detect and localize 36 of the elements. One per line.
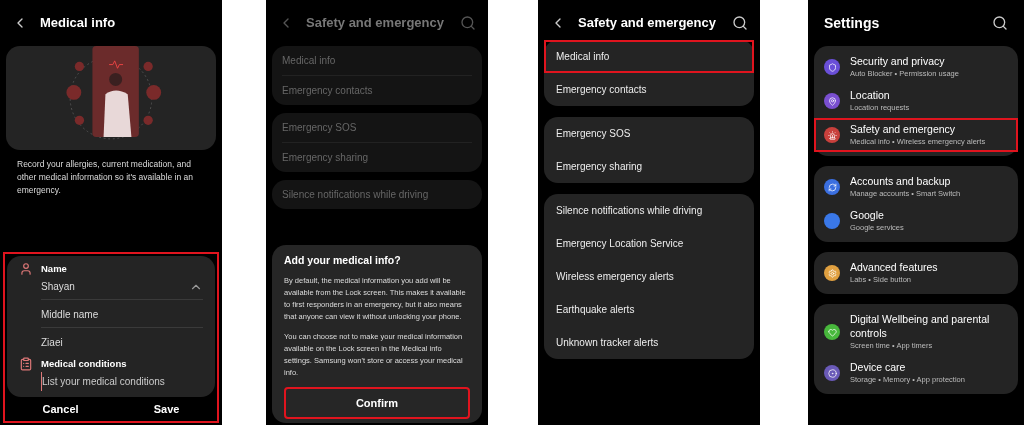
text-field[interactable]: Shayan [41,276,75,298]
screen-title: Safety and emergency [578,14,716,33]
screen-title: Medical info [40,14,116,33]
input-field[interactable]: List your medical conditions [41,371,203,391]
text-field[interactable]: Middle name [41,304,99,326]
item-title: Digital Wellbeing and parental controls [850,312,991,340]
item-title: Location [850,88,891,102]
action-button[interactable]: Cancel [30,400,91,417]
item-title: Accounts and backup [850,174,952,188]
field-label: Medical conditions [41,357,128,372]
clipboard-icon [19,357,33,372]
settings-item[interactable]: Medical info [544,40,754,73]
search-icon[interactable] [732,15,748,31]
settings-item[interactable]: Emergency SOS [544,117,754,150]
item-title: Safety and emergency [850,122,957,136]
confirm-button[interactable]: Confirm [284,386,470,419]
field-label: Name [41,262,68,276]
item-title: Advanced features [850,260,938,274]
settings-item[interactable]: Unknown tracker alerts [544,326,754,359]
settings-item[interactable]: Emergency Location Service [544,227,754,260]
settings-item[interactable]: Wireless emergency alerts [544,260,754,293]
text-field[interactable]: Ziaei [41,332,63,354]
settings-item[interactable]: Emergency sharing [544,150,754,183]
screen-title: Safety and emergency [306,14,444,33]
item-title: Google [850,208,885,222]
person-icon [19,262,33,276]
settings-item[interactable]: Earthquake alerts [544,293,754,326]
dialog-title: Add your medical info? [284,252,402,268]
settings-item[interactable]: Emergency contacts [544,73,754,106]
item-title: Security and privacy [850,54,946,68]
action-button[interactable]: Save [141,400,192,417]
item-title: Device care [850,360,907,374]
search-icon[interactable] [992,15,1008,31]
screen-title: Settings [824,13,880,33]
description-text: Record your allergies, current medication, and other medical information so it's available in an emergency. [16,158,194,197]
settings-item[interactable]: Silence notifications while driving [544,194,754,227]
